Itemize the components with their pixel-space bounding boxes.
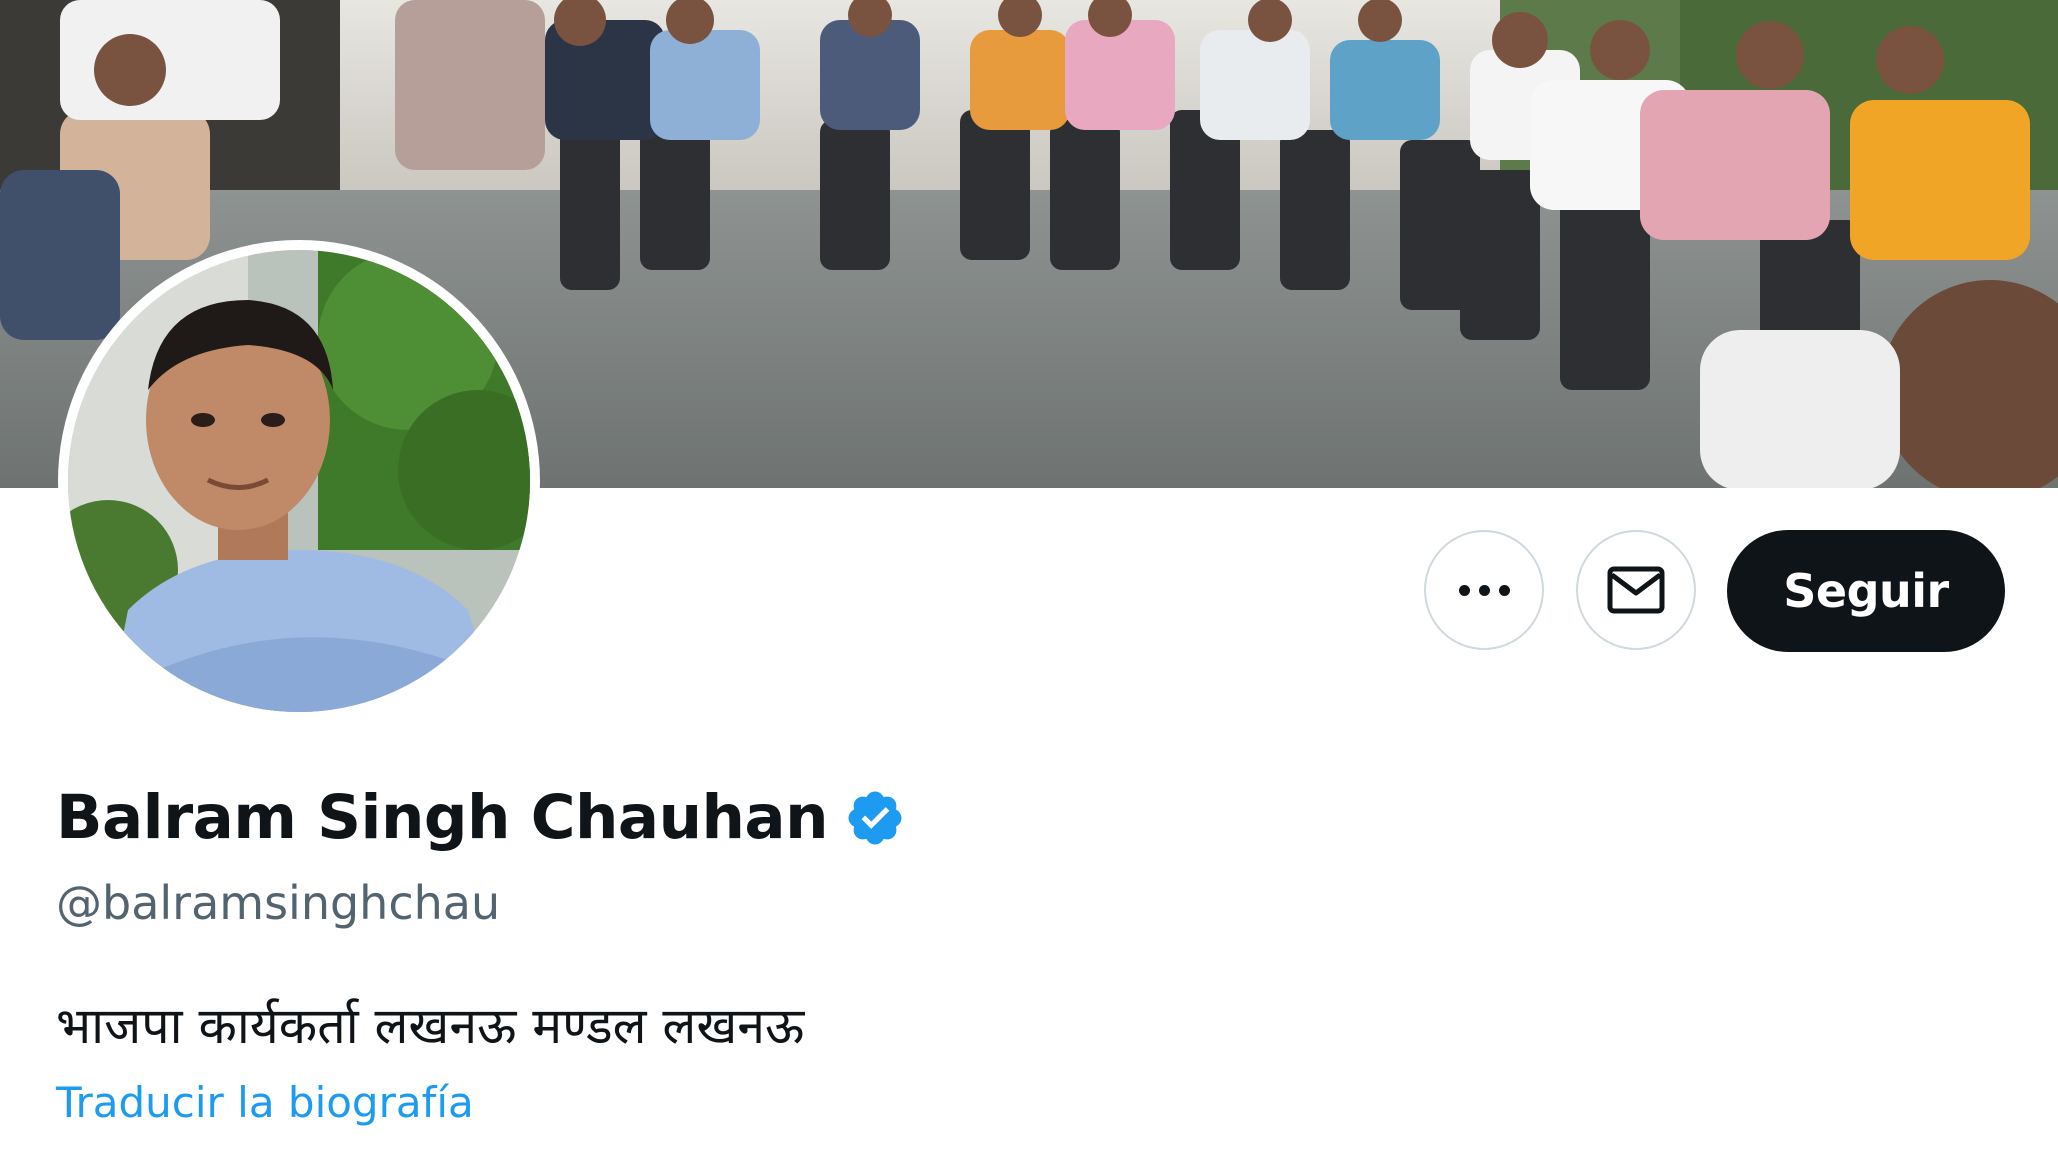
profile-bio: भाजपा कार्यकर्ता लखनऊ मण्डल लखनऊ — [56, 997, 805, 1055]
profile-avatar[interactable] — [58, 240, 540, 722]
follow-button[interactable]: Seguir — [1727, 530, 2005, 652]
profile-handle: @balramsinghchau — [56, 876, 501, 930]
display-name: Balram Singh Chauhan — [56, 782, 829, 853]
translate-bio-link[interactable]: Traducir la biografía — [56, 1078, 474, 1127]
verified-badge-icon[interactable] — [844, 787, 906, 849]
avatar-illustration — [68, 250, 530, 712]
envelope-icon — [1607, 566, 1665, 614]
display-name-row: Balram Singh Chauhan — [56, 782, 906, 853]
message-button[interactable] — [1576, 530, 1696, 650]
avatar-photo — [68, 250, 530, 712]
profile-page: Seguir Balram Singh Chauhan @balramsingh… — [0, 0, 2058, 1156]
more-horizontal-icon — [1458, 584, 1510, 596]
more-options-button[interactable] — [1424, 530, 1544, 650]
